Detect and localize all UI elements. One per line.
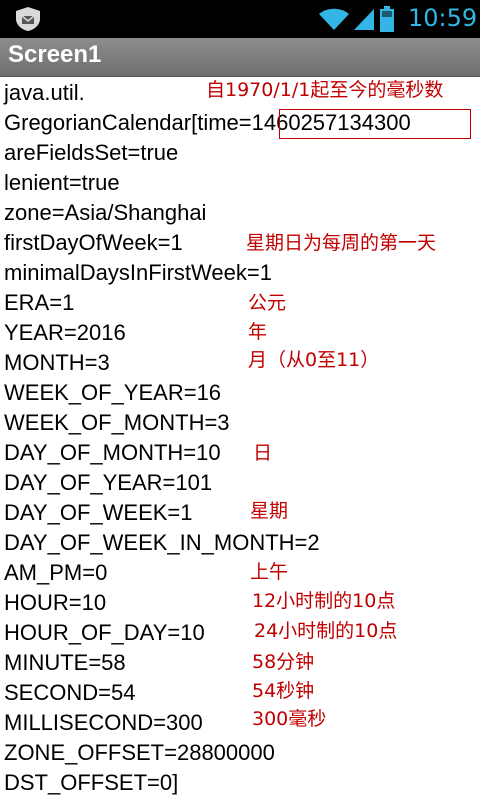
annotation: 日 [253,442,273,464]
calendar-line: DAY_OF_MONTH=10 [4,440,221,465]
signal-icon [354,9,374,30]
wifi-icon [319,8,349,30]
annotation: 300毫秒 [252,708,327,730]
status-clock: 10:59 [408,4,478,32]
calendar-line: ERA=1 [4,290,75,315]
calendar-line: zone=Asia/Shanghai [4,200,207,225]
status-bar: 10:59 [0,0,480,38]
battery-icon [380,6,394,32]
title-bar: Screen1 [0,38,480,77]
calendar-line: MILLISECOND=300 [4,710,203,735]
annotation: 星期日为每周的第一天 [246,232,437,254]
annotation: 星期 [250,500,289,522]
annotation: 年 [248,321,268,343]
calendar-output: java.util. GregorianCalendar[time=146025… [0,76,480,800]
calendar-line: MINUTE=58 [4,650,126,675]
annotation: 公元 [248,292,287,314]
calendar-line: DAY_OF_WEEK_IN_MONTH=2 [4,530,320,555]
annotation: 58分钟 [252,651,315,673]
calendar-line: lenient=true [4,170,120,195]
calendar-line: java.util. [4,80,85,105]
calendar-line: WEEK_OF_YEAR=16 [4,380,222,405]
calendar-line: DAY_OF_WEEK=1 [4,500,193,525]
calendar-line: areFieldsSet=true [4,140,179,165]
annotation: 24小时制的10点 [254,620,398,642]
calendar-line: DST_OFFSET=0] [4,770,179,795]
calendar-line: MONTH=3 [4,350,110,375]
screen-title: Screen1 [8,41,102,68]
calendar-line: AM_PM=0 [4,560,108,585]
annotation: 54秒钟 [252,680,315,702]
calendar-line: minimalDaysInFirstWeek=1 [4,260,272,285]
calendar-line: firstDayOfWeek=1 [4,230,183,255]
notification-shield-icon [16,7,40,31]
annotation: 月（从0至11） [248,349,380,371]
calendar-line: ZONE_OFFSET=28800000 [4,740,275,765]
annotation: 12小时制的10点 [252,590,396,612]
calendar-line: DAY_OF_YEAR=101 [4,470,213,495]
calendar-line: WEEK_OF_MONTH=3 [4,410,230,435]
calendar-line: HOUR_OF_DAY=10 [4,620,205,645]
annotation: 上午 [250,561,289,583]
calendar-line: HOUR=10 [4,590,107,615]
calendar-line: SECOND=54 [4,680,136,705]
annotation: 自1970/1/1起至今的毫秒数 [206,79,444,101]
time-highlight-box [279,109,471,139]
calendar-line: YEAR=2016 [4,320,126,345]
